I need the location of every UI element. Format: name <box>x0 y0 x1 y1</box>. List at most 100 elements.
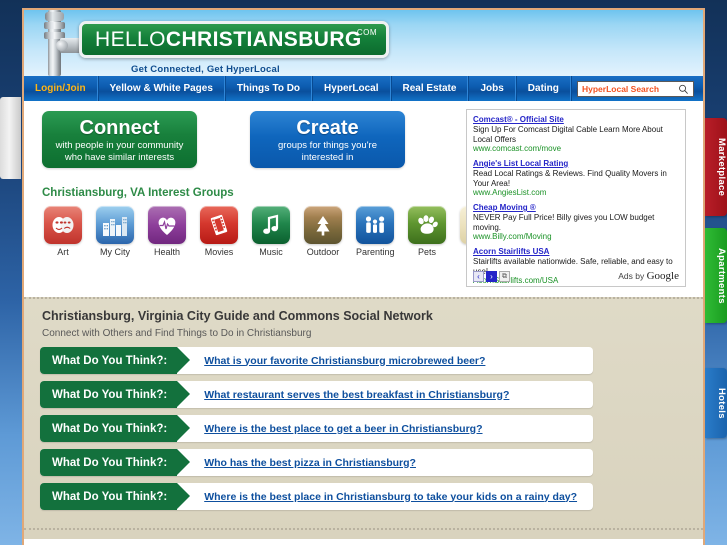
list-item[interactable]: What Do You Think?: Where is the best pl… <box>40 483 594 510</box>
parenting-tile[interactable] <box>356 206 394 244</box>
ad-description: NEVER Pay Full Price! Billy gives you LO… <box>473 213 655 232</box>
create-button[interactable]: Create groups for things you're interest… <box>250 111 405 168</box>
connect-subtitle-line2: who have similar interests <box>64 152 175 163</box>
signpost-cap-icon <box>45 12 64 21</box>
family-people-icon <box>365 216 385 233</box>
group-label: My City <box>100 247 130 257</box>
theatre-masks-icon <box>52 217 74 233</box>
page-frame: HELLOCHRISTIANSBURG .COM Get Connected, … <box>22 8 705 545</box>
google-wordmark: Google <box>646 270 679 282</box>
group-music[interactable]: Music <box>252 206 290 257</box>
pets-tile[interactable] <box>408 206 446 244</box>
nav-item-hyperlocal[interactable]: HyperLocal <box>312 76 391 101</box>
ad-url[interactable]: www.AngiesList.com <box>473 188 679 198</box>
search-input[interactable] <box>582 82 678 95</box>
lower-section-subtitle: Connect with Others and Find Things to D… <box>42 328 312 339</box>
ad-title[interactable]: Cheap Moving ® <box>473 203 679 213</box>
wdyt-question-link[interactable]: Where is the best place in Christiansbur… <box>204 491 577 503</box>
create-subtitle-line2: interested in <box>301 152 354 163</box>
group-label: Outdoor <box>306 247 340 257</box>
connect-subtitle-line1: with people in your community <box>55 140 184 151</box>
lower-divider <box>24 528 703 530</box>
ad-item: Cheap Moving ® NEVER Pay Full Price! Bil… <box>473 203 679 242</box>
ad-title[interactable]: Acorn Stairlifts USA <box>473 247 679 257</box>
connect-title: Connect <box>79 117 160 139</box>
create-title: Create <box>296 117 359 139</box>
group-health[interactable]: Health <box>148 206 186 257</box>
ads-by-google-label: Ads by Google <box>618 270 679 282</box>
group-label: Movies <box>204 247 234 257</box>
wdyt-tag: What Do You Think?: <box>40 381 191 408</box>
group-label: Health <box>153 247 180 257</box>
list-item[interactable]: What Do You Think?: Where is the best pl… <box>40 415 594 442</box>
ad-description: Sign Up For Comcast Digital Cable Learn … <box>473 125 663 144</box>
music-tile[interactable] <box>252 206 290 244</box>
nav-item-jobs[interactable]: Jobs <box>468 76 516 101</box>
outdoor-tile[interactable] <box>304 206 342 244</box>
site-logo[interactable]: HELLOCHRISTIANSBURG .COM <box>79 21 389 58</box>
wdyt-question-link[interactable]: What restaurant serves the best breakfas… <box>204 389 509 401</box>
ad-prev-icon[interactable]: ‹ <box>473 270 484 282</box>
ad-item: Angie's List Local Rating Read Local Rat… <box>473 159 679 198</box>
nav-item-login-join[interactable]: Login/Join <box>24 76 98 101</box>
ad-next-icon[interactable]: › <box>486 270 497 282</box>
city-buildings-icon <box>103 216 127 236</box>
list-item[interactable]: What Do You Think?: Who has the best piz… <box>40 449 594 476</box>
group-art[interactable]: Art <box>44 206 82 257</box>
my-city-tile[interactable] <box>96 206 134 244</box>
main-content: Connect with people in your community wh… <box>24 101 703 297</box>
wdyt-question-link[interactable]: What is your favorite Christiansburg mic… <box>204 355 485 367</box>
nav-item-things-to-do[interactable]: Things To Do <box>224 76 313 101</box>
side-tab-marketplace[interactable]: Marketplace <box>705 118 727 216</box>
interest-groups-heading: Christiansburg, VA Interest Groups <box>42 187 234 199</box>
wdyt-question-link[interactable]: Where is the best place to get a beer in… <box>204 423 482 435</box>
ad-footer: ‹ › ⧉ Ads by Google <box>473 270 679 282</box>
group-label: Pets <box>417 247 436 257</box>
left-edge-tab[interactable] <box>0 97 21 179</box>
site-logo-text: HELLOCHRISTIANSBURG <box>95 28 362 52</box>
group-movies[interactable]: Movies <box>200 206 238 257</box>
lower-section-title: Christiansburg, Virginia City Guide and … <box>42 309 433 323</box>
film-strip-icon <box>210 214 228 236</box>
list-item[interactable]: What Do You Think?: What is your favorit… <box>40 347 594 374</box>
wdyt-tag: What Do You Think?: <box>40 483 191 510</box>
paw-print-icon <box>418 215 438 234</box>
heart-pulse-icon <box>158 217 176 235</box>
health-tile[interactable] <box>148 206 186 244</box>
signpost-knob-icon <box>56 40 68 51</box>
side-tab-hotels[interactable]: Hotels <box>705 368 727 438</box>
ad-url[interactable]: www.Billy.com/Moving <box>473 232 679 242</box>
ad-feedback-icon[interactable]: ⧉ <box>499 270 510 282</box>
group-parenting[interactable]: Parenting <box>356 206 395 257</box>
site-logo-city: CHRISTIANSBURG <box>165 27 362 51</box>
ad-url[interactable]: www.comcast.com/move <box>473 144 679 154</box>
nav-item-yellow-white-pages[interactable]: Yellow & White Pages <box>97 76 225 101</box>
movies-tile[interactable] <box>200 206 238 244</box>
ad-pagination: ‹ › ⧉ <box>473 270 510 282</box>
google-ads-box: Comcast® - Official Site Sign Up For Com… <box>466 109 686 287</box>
art-tile[interactable] <box>44 206 82 244</box>
side-tab-apartments[interactable]: Apartments <box>705 228 727 323</box>
search-box[interactable] <box>577 80 694 97</box>
pine-tree-icon <box>316 215 330 235</box>
ad-title[interactable]: Angie's List Local Rating <box>473 159 679 169</box>
lower-section: Christiansburg, Virginia City Guide and … <box>24 297 703 539</box>
wdyt-question-link[interactable]: Who has the best pizza in Christiansburg… <box>204 457 416 469</box>
group-label: Parenting <box>356 247 395 257</box>
signpost-ring-icon <box>44 22 65 29</box>
wdyt-tag: What Do You Think?: <box>40 415 191 442</box>
connect-button[interactable]: Connect with people in your community wh… <box>42 111 197 168</box>
create-subtitle-line1: groups for things you're <box>278 140 377 151</box>
main-navigation: Login/Join Yellow & White Pages Things T… <box>24 76 703 101</box>
group-my-city[interactable]: My City <box>96 206 134 257</box>
group-pets[interactable]: Pets <box>408 206 446 257</box>
ad-title[interactable]: Comcast® - Official Site <box>473 115 679 125</box>
group-outdoor[interactable]: Outdoor <box>304 206 342 257</box>
list-item[interactable]: What Do You Think?: What restaurant serv… <box>40 381 594 408</box>
nav-item-real-estate[interactable]: Real Estate <box>390 76 469 101</box>
magnifier-icon[interactable] <box>678 84 689 95</box>
site-header: HELLOCHRISTIANSBURG .COM Get Connected, … <box>24 10 703 76</box>
nav-item-dating[interactable]: Dating <box>515 76 571 101</box>
ad-description: Read Local Ratings & Reviews. Find Quali… <box>473 169 667 188</box>
site-tagline: Get Connected, Get HyperLocal <box>131 64 280 75</box>
